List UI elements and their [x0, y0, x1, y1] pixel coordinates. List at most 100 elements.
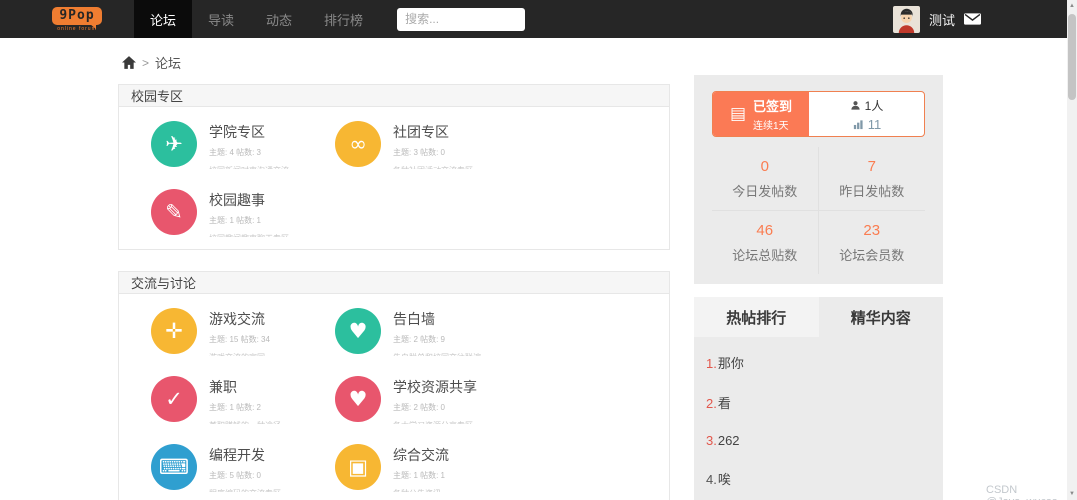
forum-sections: 校园专区 ✈ 学院专区 主题: 4 帖数: 3 校园新闻时事沟通交流 ∞ 社团专…	[118, 84, 670, 500]
signin-people-count: 1人	[850, 97, 883, 114]
username[interactable]: 测试	[929, 10, 955, 29]
category-stats: 主题: 5 帖数: 0	[209, 471, 262, 480]
category-resource-share[interactable]: ♥ 学校资源共享 主题: 2 帖数: 0 各大学习资源分享专区	[303, 366, 487, 434]
bus-icon: ▣	[335, 444, 381, 490]
category-title[interactable]: 校园趣事	[209, 190, 289, 210]
avatar[interactable]	[892, 5, 920, 33]
bar-chart-icon	[853, 119, 863, 129]
icon-glyph: ✛	[165, 319, 183, 343]
category-desc: 各种公告资讯	[393, 488, 449, 492]
signin-widget: ▤ 已签到 连续1天 1人 11	[712, 91, 925, 137]
icon-glyph: ✈	[165, 132, 183, 156]
icon-glyph: ⌨	[158, 455, 190, 479]
hat-icon: ♥	[335, 308, 381, 354]
category-parttime[interactable]: ✓ 兼职 主题: 1 帖数: 2 兼职赚钱的一种途径	[119, 366, 303, 434]
category-confession-wall[interactable]: ♥ 告白墙 主题: 2 帖数: 9 告白脱单和校园交往联谊	[303, 298, 487, 366]
signin-streak: 连续1天	[753, 121, 789, 132]
scrollbar-down-arrow[interactable]: ▼	[1067, 488, 1077, 500]
category-fun[interactable]: ✎ 校园趣事 主题: 1 帖数: 1 校园趣闻趣事聊天专区	[119, 179, 303, 247]
forum-stats: 0 今日发帖数 7 昨日发帖数 46 论坛总贴数 23 论坛会员数	[712, 147, 925, 274]
clipboard-icon: ✓	[151, 376, 197, 422]
category-desc: 游戏交流的家园	[209, 352, 270, 356]
breadcrumb-separator: >	[142, 55, 150, 70]
section-title: 交流与讨论	[119, 272, 669, 294]
section-campus: 校园专区 ✈ 学院专区 主题: 4 帖数: 3 校园新闻时事沟通交流 ∞ 社团专…	[118, 84, 670, 250]
section-title: 校园专区	[119, 85, 669, 107]
category-programming[interactable]: ⌨ 编程开发 主题: 5 帖数: 0 程序编码的交流专区	[119, 434, 303, 500]
scrollbar-thumb[interactable]	[1068, 14, 1076, 100]
icon-glyph: ✓	[165, 387, 183, 411]
category-title[interactable]: 学院专区	[209, 122, 289, 142]
icon-glyph: ▣	[348, 455, 368, 479]
logo-bubble-icon: 9Pop	[52, 7, 102, 29]
category-stats: 主题: 15 帖数: 34	[209, 335, 270, 344]
icon-glyph: ∞	[349, 132, 367, 156]
signin-button[interactable]: ▤ 已签到 连续1天	[713, 92, 809, 136]
category-stats: 主题: 1 帖数: 1	[393, 471, 446, 480]
icon-glyph: ✎	[165, 200, 183, 224]
nav-item-guide[interactable]: 导读	[192, 0, 250, 38]
section-discussion: 交流与讨论 ✛ 游戏交流 主题: 15 帖数: 34 游戏交流的家园 ♥ 告白墙…	[118, 271, 670, 500]
category-stats: 主题: 1 帖数: 2	[209, 403, 262, 412]
category-stats: 主题: 1 帖数: 1	[209, 216, 262, 225]
category-title[interactable]: 社团专区	[393, 122, 473, 142]
hot-post-item[interactable]: 4.唉	[706, 459, 931, 499]
category-desc: 校园趣闻趣事聊天专区	[209, 233, 289, 237]
breadcrumb-current[interactable]: 论坛	[155, 53, 181, 72]
hot-posts-tabs: 热帖排行 精华内容	[694, 297, 943, 337]
tab-digest[interactable]: 精华内容	[819, 297, 944, 337]
category-title[interactable]: 游戏交流	[209, 309, 270, 329]
sidebar: ▤ 已签到 连续1天 1人 11 0 今日发帖数 7 昨日发帖数 46 论坛总贴…	[694, 75, 943, 500]
category-games[interactable]: ✛ 游戏交流 主题: 15 帖数: 34 游戏交流的家园	[119, 298, 303, 366]
main-nav: 论坛 导读 动态 排行榜	[134, 0, 379, 38]
category-title[interactable]: 学校资源共享	[393, 377, 477, 397]
category-general[interactable]: ▣ 综合交流 主题: 1 帖数: 1 各种公告资讯	[303, 434, 487, 500]
hot-posts-panel: 热帖排行 精华内容 1.那你 2.看 3.262 4.唉	[694, 297, 943, 500]
hot-post-item[interactable]: 2.看	[706, 383, 931, 423]
scrollbar-up-arrow[interactable]: ▲	[1067, 0, 1077, 12]
search-box	[397, 7, 526, 31]
nav-item-activity[interactable]: 动态	[250, 0, 308, 38]
navbar-user-area: 测试	[892, 5, 981, 33]
rocket-icon: ✈	[151, 121, 197, 167]
home-icon[interactable]	[122, 56, 136, 69]
hot-post-item[interactable]: 3.262	[706, 423, 931, 459]
category-stats: 主题: 4 帖数: 3	[209, 148, 262, 157]
icon-glyph: ♥	[348, 387, 368, 411]
hot-post-item[interactable]: 1.那你	[706, 343, 931, 383]
gamepad-icon: ✛	[151, 308, 197, 354]
glasses-icon: ∞	[335, 121, 381, 167]
stopwatch-icon: ♥	[335, 376, 381, 422]
site-logo[interactable]: 9Pop online forum	[42, 6, 112, 32]
scrollbar[interactable]: ▲ ▼	[1067, 0, 1077, 500]
category-desc: 各种社团活动交流专区	[393, 165, 473, 169]
search-input[interactable]	[397, 7, 526, 31]
tab-hot-rank[interactable]: 热帖排行	[694, 297, 819, 337]
breadcrumb: > 论坛	[122, 53, 181, 72]
category-title[interactable]: 编程开发	[209, 445, 281, 465]
category-desc: 兼职赚钱的一种途径	[209, 420, 281, 424]
checklist-icon: ✎	[151, 189, 197, 235]
category-clubs[interactable]: ∞ 社团专区 主题: 3 帖数: 0 各种社团活动交流专区	[303, 111, 487, 179]
signin-label: 已签到	[753, 99, 793, 114]
logo-tagline: online forum	[57, 26, 97, 32]
stat-total-posts: 46 论坛总贴数	[712, 211, 819, 274]
signin-panel: ▤ 已签到 连续1天 1人 11 0 今日发帖数 7 昨日发帖数 46 论坛总贴…	[694, 75, 943, 284]
category-title[interactable]: 综合交流	[393, 445, 449, 465]
category-title[interactable]: 兼职	[209, 377, 281, 397]
category-college[interactable]: ✈ 学院专区 主题: 4 帖数: 3 校园新闻时事沟通交流	[119, 111, 303, 179]
category-title[interactable]: 告白墙	[393, 309, 481, 329]
watermark: CSDN @Java_wucso	[986, 484, 1058, 500]
signin-stats: 1人 11	[809, 92, 924, 136]
category-desc: 告白脱单和校园交往联谊	[393, 352, 481, 356]
keyboard-icon: ⌨	[151, 444, 197, 490]
mail-icon[interactable]	[964, 13, 981, 25]
signin-total-count: 11	[852, 117, 881, 132]
hot-posts-list: 1.那你 2.看 3.262 4.唉	[694, 337, 943, 500]
category-desc: 程序编码的交流专区	[209, 488, 281, 492]
nav-item-ranking[interactable]: 排行榜	[308, 0, 379, 38]
top-navbar: 9Pop online forum 论坛 导读 动态 排行榜 搜索... 测试	[0, 0, 1067, 38]
stat-members: 23 论坛会员数	[839, 222, 905, 263]
person-icon	[851, 100, 860, 110]
nav-item-forum[interactable]: 论坛	[134, 0, 193, 38]
